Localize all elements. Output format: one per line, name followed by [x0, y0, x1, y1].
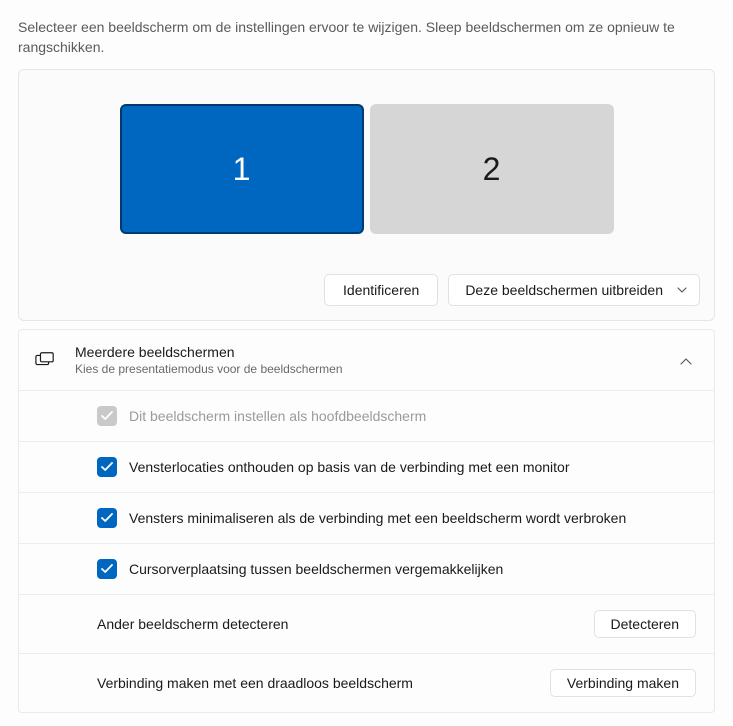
displays-icon — [35, 351, 55, 369]
display-mode-label: Deze beeldschermen uitbreiden — [465, 282, 663, 298]
section-titles: Meerdere beeldschermen Kies de presentat… — [75, 344, 680, 376]
remember-locations-checkbox[interactable] — [97, 457, 117, 477]
minimize-windows-row: Vensters minimaliseren als de verbinding… — [19, 492, 714, 543]
section-title: Meerdere beeldschermen — [75, 344, 680, 360]
display-actions: Identificeren Deze beeldschermen uitbrei… — [33, 274, 700, 306]
ease-cursor-checkbox[interactable] — [97, 559, 117, 579]
connect-button[interactable]: Verbinding maken — [550, 669, 696, 697]
display-mode-dropdown[interactable]: Deze beeldschermen uitbreiden — [448, 274, 700, 306]
wireless-label: Verbinding maken met een draadloos beeld… — [97, 675, 413, 691]
remember-locations-row: Vensterlocaties onthouden op basis van d… — [19, 441, 714, 492]
chevron-down-icon — [677, 285, 687, 295]
monitor-2[interactable]: 2 — [370, 104, 614, 234]
detect-button[interactable]: Detecteren — [594, 610, 696, 638]
make-main-checkbox — [97, 406, 117, 426]
make-main-label: Dit beeldscherm instellen als hoofdbeeld… — [129, 408, 426, 424]
minimize-windows-checkbox[interactable] — [97, 508, 117, 528]
section-subtitle: Kies de presentatiemodus voor de beeldsc… — [75, 362, 680, 376]
make-main-row: Dit beeldscherm instellen als hoofdbeeld… — [19, 390, 714, 441]
detect-label: Ander beeldscherm detecteren — [97, 616, 288, 632]
identify-button[interactable]: Identificeren — [324, 274, 438, 306]
detect-row: Ander beeldscherm detecteren Detecteren — [19, 594, 714, 653]
multi-display-header[interactable]: Meerdere beeldschermen Kies de presentat… — [19, 330, 714, 390]
wireless-row: Verbinding maken met een draadloos beeld… — [19, 653, 714, 712]
ease-cursor-label: Cursorverplaatsing tussen beeldschermen … — [129, 561, 503, 577]
instructions-text: Selecteer een beeldscherm om de instelli… — [18, 18, 715, 57]
chevron-up-icon — [680, 352, 692, 368]
display-arrange-panel: 1 2 Identificeren Deze beeldschermen uit… — [18, 69, 715, 321]
monitor-1[interactable]: 1 — [120, 104, 364, 234]
remember-locations-label: Vensterlocaties onthouden op basis van d… — [129, 459, 570, 475]
multi-display-section: Meerdere beeldschermen Kies de presentat… — [18, 329, 715, 713]
minimize-windows-label: Vensters minimaliseren als de verbinding… — [129, 510, 626, 526]
monitor-layout: 1 2 — [33, 104, 700, 234]
ease-cursor-row: Cursorverplaatsing tussen beeldschermen … — [19, 543, 714, 594]
